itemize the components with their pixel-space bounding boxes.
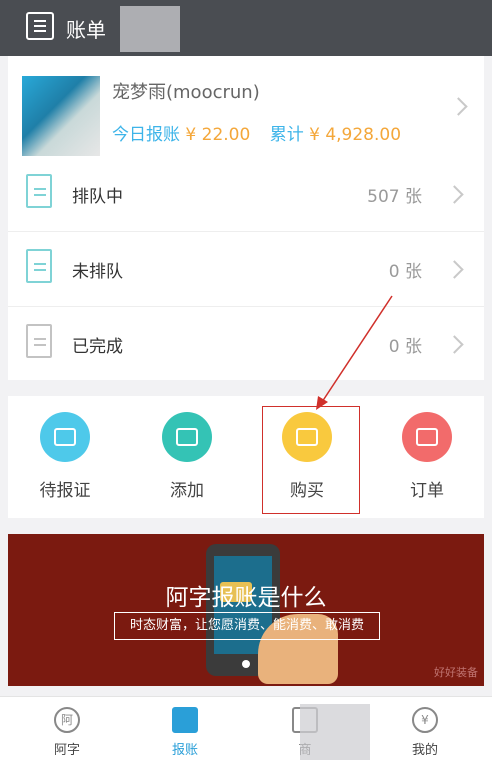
chevron-right-icon — [445, 260, 464, 279]
action-grid: 待报证 添加 购买 订单 — [8, 396, 484, 518]
tab-reimburse[interactable]: 报账 — [140, 707, 230, 758]
user-name: 宠梦雨(moocrun) — [112, 82, 260, 103]
page-title: 账单 — [66, 18, 106, 42]
chevron-right-icon — [445, 185, 464, 204]
status-label: 已完成 — [72, 337, 123, 357]
status-row-unqueued[interactable]: 未排队 0 张 — [8, 231, 484, 307]
pending-voucher-button[interactable]: 待报证 — [10, 412, 120, 501]
avatar — [22, 76, 100, 156]
add-button[interactable]: 添加 — [132, 412, 242, 501]
status-count: 0 张 — [388, 337, 422, 357]
status-count: 507 张 — [367, 187, 422, 207]
order-icon — [402, 412, 452, 462]
bottom-nav: 阿 阿字 报账 商 ¥ 我的 — [0, 696, 492, 765]
status-count: 0 张 — [388, 262, 422, 282]
highlight-box — [262, 406, 360, 514]
tab-label: 我的 — [411, 743, 438, 758]
tab-mine[interactable]: ¥ 我的 — [380, 707, 470, 758]
bill-list-icon[interactable] — [26, 12, 54, 40]
yen-icon: ¥ — [412, 707, 438, 733]
today-label: 今日报账 — [112, 125, 180, 145]
user-summary-card[interactable]: 宠梦雨(moocrun) 今日报账 ¥ 22.00 累计 ¥ 4,928.00 — [8, 56, 484, 156]
tab-label: 阿字 — [53, 743, 80, 758]
tab-azi[interactable]: 阿 阿字 — [22, 707, 112, 758]
total-label: 累计 — [269, 125, 304, 145]
banner-title: 阿字报账是什么 — [165, 585, 327, 611]
azi-icon: 阿 — [54, 707, 80, 733]
order-button[interactable]: 订单 — [372, 412, 482, 501]
privacy-mosaic — [120, 6, 180, 52]
ticket-icon — [40, 412, 90, 462]
chevron-right-icon — [445, 335, 464, 354]
ticket-add-icon — [162, 412, 212, 462]
action-label: 添加 — [170, 481, 204, 501]
status-list: 排队中 507 张 未排队 0 张 已完成 0 张 — [8, 156, 484, 380]
layers-icon — [172, 707, 198, 733]
banner-subtitle-box: 时态财富，让您愿消费、能消费、敢消费 — [114, 612, 380, 640]
action-label: 待报证 — [39, 481, 91, 501]
chevron-right-icon — [449, 97, 468, 116]
tab-label: 报账 — [171, 743, 198, 758]
watermark: 好好装备 — [434, 666, 478, 679]
user-stats: 今日报账 ¥ 22.00 累计 ¥ 4,928.00 — [112, 120, 401, 145]
document-icon — [26, 174, 52, 208]
document-icon — [26, 249, 52, 283]
total-value: ¥ 4,928.00 — [309, 125, 402, 145]
banner-subtitle: 时态财富，让您愿消费、能消费、敢消费 — [129, 618, 364, 633]
status-row-completed[interactable]: 已完成 0 张 — [8, 306, 484, 381]
promo-banner[interactable]: 阿字报账是什么 时态财富，让您愿消费、能消费、敢消费 好好装备 — [8, 534, 484, 686]
carousel-dot[interactable] — [242, 660, 250, 668]
status-label: 排队中 — [72, 187, 123, 207]
status-row-queued[interactable]: 排队中 507 张 — [8, 156, 484, 232]
document-icon — [26, 324, 52, 358]
privacy-mosaic — [300, 704, 370, 760]
today-value: ¥ 22.00 — [185, 125, 251, 145]
action-label: 订单 — [410, 481, 444, 501]
app-header: 账单 — [0, 0, 492, 56]
status-label: 未排队 — [72, 262, 123, 282]
